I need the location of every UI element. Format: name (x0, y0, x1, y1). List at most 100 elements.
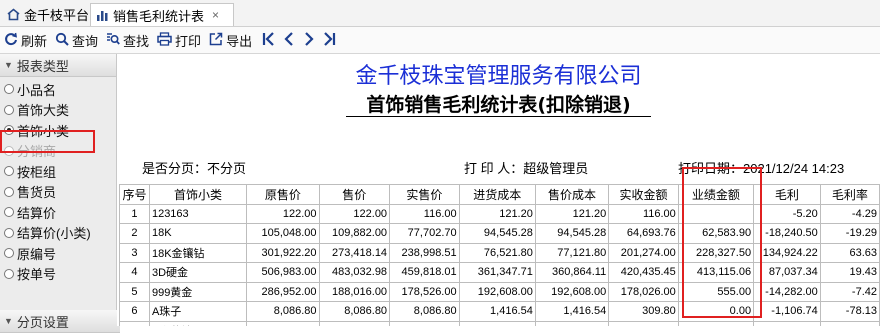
previous-page-button[interactable] (282, 31, 296, 50)
radio-item-jewelry-subcategory[interactable]: 首饰小类 (0, 120, 116, 141)
table-cell: 3 (119, 242, 150, 263)
table-cell: 76,521.80 (458, 242, 536, 263)
report-type-radio-list: 小品名 首饰大类 首饰小类 分销商 按柜组 售货员 结算价 结算价(小类) 原编… (0, 77, 116, 284)
next-page-button[interactable] (302, 31, 316, 50)
table-cell: 122.00 (318, 203, 391, 224)
export-label: 导出 (226, 33, 253, 49)
column-header[interactable]: 售价 (318, 184, 391, 205)
sales-margin-table: 序号 首饰小类 原售价 售价 实售价 进货成本 售价成本 实收金额 业绩金额 毛… (119, 184, 880, 326)
refresh-label: 刷新 (21, 33, 48, 49)
refresh-icon (4, 32, 21, 49)
table-cell: 360,864.11 (534, 262, 610, 283)
table-cell: 134,924.22 (753, 242, 821, 263)
report-preview: 金千枝珠宝管理服务有限公司 首饰销售毛利统计表(扣除销退) 是否分页：不分页 打… (117, 54, 880, 326)
radio-label: 结算价 (17, 205, 57, 221)
radio-item-settlement-price[interactable]: 结算价 (0, 202, 116, 223)
table-cell: 6 (119, 301, 150, 322)
refresh-button[interactable]: 刷新 (4, 31, 47, 50)
radio-button[interactable] (4, 207, 14, 218)
query-label: 查询 (72, 33, 99, 49)
table-cell: -1,106.74 (753, 301, 821, 322)
export-button[interactable]: 导出 (209, 31, 252, 50)
tab-sales-margin-report[interactable]: 销售毛利统计表 × (90, 3, 234, 26)
find-button[interactable]: 查找 (106, 31, 149, 50)
tab-home-label: 金千枝平台 (24, 7, 90, 23)
radio-item-jewelry-category[interactable]: 首饰大类 (0, 100, 116, 121)
table-cell: 2 (119, 223, 150, 244)
table-cell: 18K金镶钻 (148, 242, 248, 263)
table-cell: 273,418.14 (318, 242, 391, 263)
table-row[interactable]: 3 18K金镶钻 301,922.20 273,418.14 238,998.51 76,… (119, 242, 880, 263)
table-cell: 178,526.00 (389, 281, 460, 302)
radio-button[interactable] (4, 268, 14, 279)
table-row[interactable]: 1 123163 122.00 122.00 116.00 121.20 121.20 116… (119, 203, 880, 224)
table-cell: 0.00 (677, 301, 755, 322)
column-header[interactable]: 进货成本 (458, 184, 536, 205)
table-row[interactable]: 2 18K 105,048.00 109,882.00 77,702.70 94,545.… (119, 223, 880, 244)
column-header[interactable]: 毛利 (753, 184, 821, 205)
table-cell: -18,240.50 (753, 223, 821, 244)
chevron-right-icon (302, 31, 316, 50)
radio-button[interactable] (4, 186, 14, 197)
table-header-row: 序号 首饰小类 原售价 售价 实售价 进货成本 售价成本 实收金额 业绩金额 毛… (119, 184, 880, 205)
table-cell: 122.00 (246, 203, 320, 224)
table-cell: 506,983.00 (246, 262, 320, 283)
report-type-section-header[interactable]: ▼ 报表类型 (0, 54, 116, 77)
table-row[interactable]: 4 3D硬金 506,983.00 483,032.98 459,818.01 361,3… (119, 262, 880, 283)
table-cell: 1,416.54 (534, 301, 610, 322)
printer-icon (157, 31, 175, 49)
table-cell: 5,035.78 (753, 320, 821, 326)
column-header[interactable]: 毛利率 (819, 184, 880, 205)
radio-item-counter-group[interactable]: 按柜组 (0, 161, 116, 182)
table-cell: 19.43 (819, 262, 880, 283)
radio-button (4, 145, 14, 156)
report-type-sidebar: ▼ 报表类型 小品名 首饰大类 首饰小类 分销商 按柜组 售货员 结算价 结算价… (0, 54, 120, 333)
find-icon (106, 32, 123, 49)
radio-item-small-name[interactable]: 小品名 (0, 79, 116, 100)
column-header[interactable]: 实收金额 (608, 184, 679, 205)
radio-button[interactable] (4, 248, 14, 259)
table-cell: 87,037.34 (753, 262, 821, 283)
radio-button-selected[interactable] (4, 125, 14, 136)
first-page-button[interactable] (262, 31, 276, 50)
radio-button[interactable] (4, 227, 14, 238)
page-settings-title: 分页设置 (16, 314, 69, 330)
radio-item-settlement-price-subcategory[interactable]: 结算价(小类) (0, 223, 116, 244)
title-underline (346, 116, 651, 117)
table-cell: B彩萤钻 (148, 320, 248, 326)
print-label: 打印 (175, 33, 202, 49)
table-row[interactable]: 6 A珠子 8,086.80 8,086.80 8,086.80 1,416.54 1,41… (119, 301, 880, 322)
radio-button[interactable] (4, 166, 14, 177)
column-header[interactable]: 序号 (119, 184, 150, 205)
table-cell: 5 (119, 281, 150, 302)
table-cell: 1 (119, 203, 150, 224)
table-row[interactable]: 7B彩萤钻6,043.006,043.006,043.00892.561,007… (119, 320, 880, 326)
table-cell: -7.42 (819, 281, 880, 302)
table-cell: 105,048.00 (246, 223, 320, 244)
last-page-button[interactable] (322, 31, 336, 50)
table-cell: 483,032.98 (318, 262, 391, 283)
column-header[interactable]: 售价成本 (534, 184, 610, 205)
table-row[interactable]: 5 999黄金 286,952.00 188,016.00 178,526.00 192,… (119, 281, 880, 302)
column-header[interactable]: 首饰小类 (148, 184, 248, 205)
close-icon[interactable]: × (212, 8, 219, 22)
table-cell: 228,327.50 (677, 242, 755, 263)
toolbar: 刷新 查询 查找 打印 导出 (0, 27, 880, 54)
tab-home[interactable]: 金千枝平台 (2, 3, 96, 25)
collapse-triangle-icon: ▼ (4, 60, 13, 70)
column-header[interactable]: 业绩金额 (677, 184, 755, 205)
table-cell: 192,608.00 (534, 281, 610, 302)
column-header[interactable]: 实售价 (389, 184, 460, 205)
column-header[interactable]: 原售价 (246, 184, 320, 205)
print-button[interactable]: 打印 (157, 31, 201, 50)
radio-button[interactable] (4, 84, 14, 95)
query-button[interactable]: 查询 (55, 31, 98, 50)
radio-item-by-order-number[interactable]: 按单号 (0, 264, 116, 285)
radio-item-salesperson[interactable]: 售货员 (0, 182, 116, 203)
table-cell: 121.20 (534, 203, 610, 224)
radio-button[interactable] (4, 104, 14, 115)
page-settings-section-header[interactable]: ▼ 分页设置 (0, 310, 120, 333)
table-cell: 116.00 (389, 203, 460, 224)
radio-item-original-number[interactable]: 原编号 (0, 243, 116, 264)
table-cell: 188,016.00 (318, 281, 391, 302)
